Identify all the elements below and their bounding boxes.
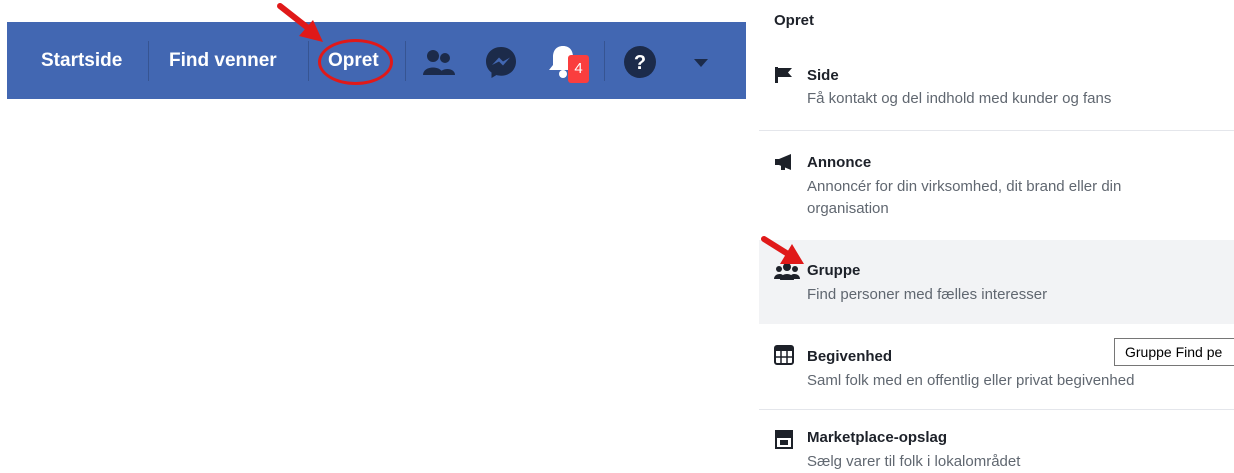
- menu-item-title: Begivenhed: [807, 348, 893, 365]
- menu-item-description: Annoncér for din virksomhed, dit brand e…: [807, 178, 1122, 217]
- notification-count-badge: 4: [568, 55, 589, 83]
- friends-icon[interactable]: [422, 48, 456, 81]
- menu-item-title: Side: [807, 67, 839, 84]
- menu-item-description: Find personer med fælles interesser: [807, 286, 1048, 303]
- annotation-circle: [318, 39, 393, 85]
- menu-item-description: Sælg varer til folk i lokalområdet: [807, 453, 1021, 470]
- create-dropdown-menu: Opret Side Få kontakt og del indhold med…: [759, 0, 1234, 473]
- svg-text:?: ?: [634, 52, 646, 74]
- menu-item-title: Marketplace-opslag: [807, 429, 948, 446]
- calendar-icon: [774, 345, 794, 370]
- menu-item-title: Annonce: [807, 154, 872, 171]
- nav-startside[interactable]: Startside: [41, 22, 122, 99]
- account-menu-caret-icon[interactable]: [694, 55, 708, 73]
- nav-separator: [405, 41, 406, 81]
- menu-item-side[interactable]: Side Få kontakt og del indhold med kunde…: [759, 52, 1234, 130]
- tooltip: Gruppe Find pe: [1114, 338, 1234, 366]
- nav-separator: [604, 41, 605, 81]
- flag-icon: [774, 66, 794, 89]
- menu-item-annonce[interactable]: Annonce Annoncér for din virksomhed, dit…: [759, 131, 1234, 239]
- menu-item-begivenhed[interactable]: Begivenhed Saml folk med en offentlig el…: [759, 324, 1234, 408]
- menu-item-marketplace-opslag[interactable]: Marketplace-opslag Sælg varer til folk i…: [759, 410, 1234, 473]
- menu-item-description: Få kontakt og del indhold med kunder og …: [807, 90, 1112, 107]
- menu-item-title: Gruppe: [807, 262, 861, 279]
- storefront-icon: [774, 429, 794, 454]
- annotation-arrow-icon: [761, 236, 804, 264]
- nav-separator: [148, 41, 149, 81]
- megaphone-icon: [774, 153, 796, 176]
- help-icon[interactable]: ?: [623, 45, 657, 84]
- menu-header: Opret: [774, 12, 815, 29]
- nav-find-venner[interactable]: Find venner: [169, 22, 277, 99]
- menu-item-description: Saml folk med en offentlig eller privat …: [807, 372, 1135, 389]
- nav-separator: [308, 41, 309, 81]
- annotation-arrow-icon: [277, 3, 323, 42]
- messenger-icon[interactable]: [484, 45, 518, 84]
- menu-item-gruppe[interactable]: Gruppe Find personer med fælles interess…: [759, 240, 1234, 324]
